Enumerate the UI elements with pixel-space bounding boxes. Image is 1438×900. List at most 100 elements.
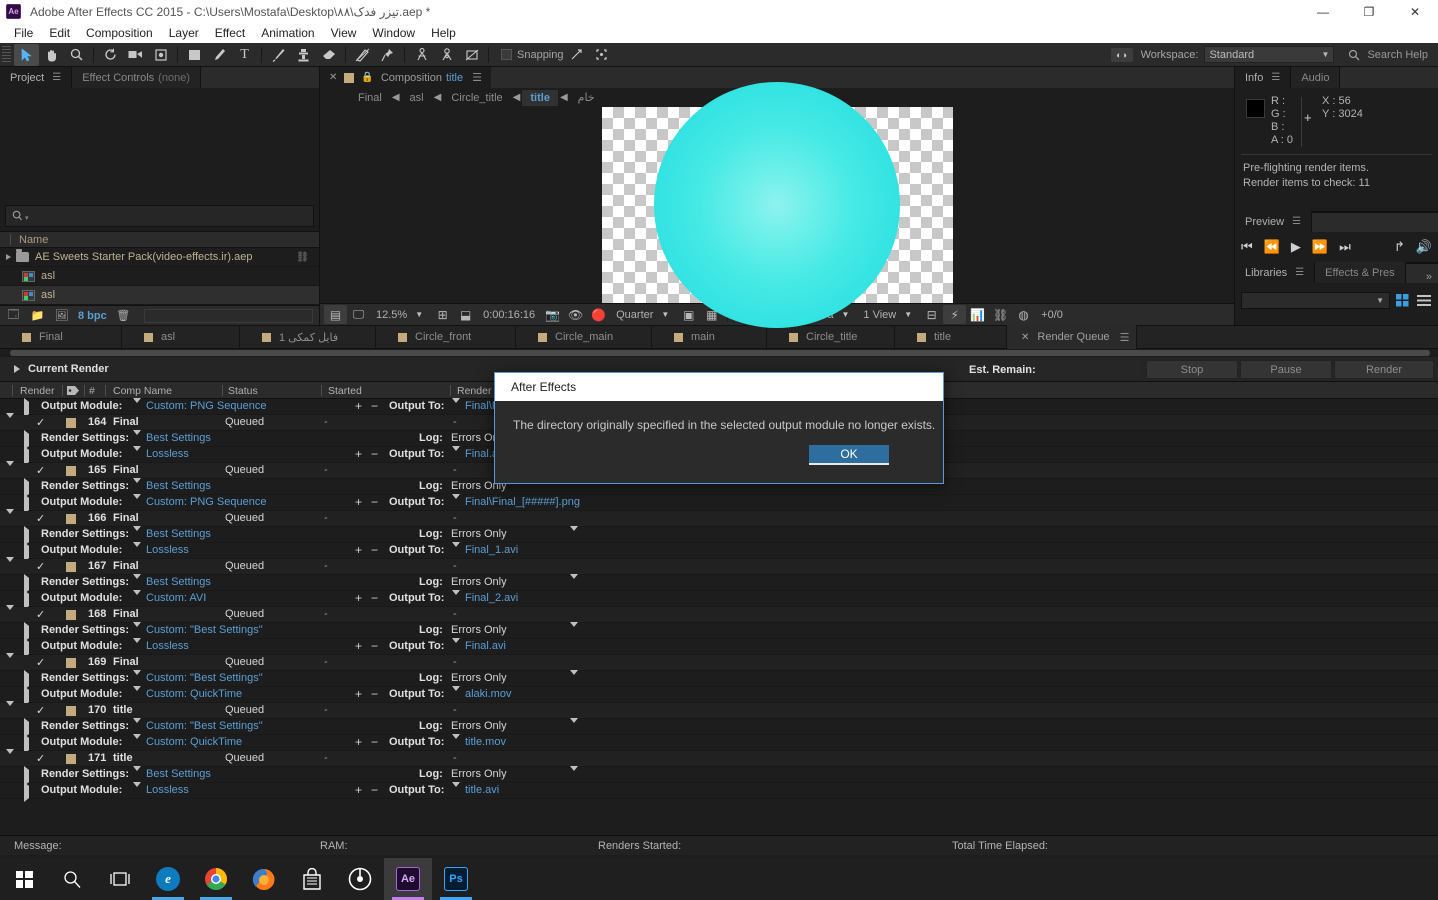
output-module-value[interactable]: Lossless bbox=[146, 784, 189, 796]
edge-taskbar-button[interactable]: e bbox=[144, 858, 192, 900]
remove-output-module-icon[interactable]: − bbox=[371, 543, 378, 557]
strip-tab-circle-main[interactable]: Circle_main bbox=[516, 325, 652, 349]
chevron-down-icon[interactable] bbox=[133, 494, 141, 511]
show-snapshot-icon[interactable]: 👁 bbox=[564, 305, 587, 324]
close-icon[interactable]: ✕ bbox=[329, 72, 337, 83]
strip-tab-final[interactable]: Final bbox=[0, 325, 122, 349]
breadcrumb-item-asl[interactable]: asl bbox=[402, 90, 432, 106]
scrollbar-thumb[interactable] bbox=[10, 350, 1430, 356]
panel-menu-icon[interactable]: ☰ bbox=[52, 72, 61, 83]
pan-behind-tool-icon[interactable] bbox=[148, 44, 173, 66]
chevron-down-icon[interactable] bbox=[133, 542, 141, 559]
chevron-down-icon[interactable] bbox=[452, 542, 460, 559]
add-output-module-icon[interactable]: + bbox=[355, 687, 362, 701]
collapse-triangle-icon[interactable] bbox=[6, 509, 14, 526]
strip-tab-main[interactable]: main bbox=[652, 325, 767, 349]
loop-icon[interactable]: ↱ bbox=[1394, 239, 1405, 255]
tab-libraries[interactable]: Libraries ☰ bbox=[1235, 262, 1316, 283]
type-tool-icon[interactable]: T bbox=[232, 44, 257, 66]
fast-previews-icon[interactable]: ⚡ bbox=[943, 305, 967, 325]
chevron-down-icon[interactable] bbox=[452, 782, 460, 799]
chevron-down-icon[interactable] bbox=[133, 622, 141, 639]
snapping-checkbox[interactable] bbox=[501, 49, 512, 60]
chevron-down-icon[interactable] bbox=[133, 574, 141, 591]
output-module-row[interactable]: Output Module: Custom: QuickTime + − Output … bbox=[0, 734, 1438, 754]
chevron-down-icon[interactable] bbox=[570, 718, 578, 735]
chevron-down-icon[interactable] bbox=[133, 718, 141, 735]
resolution-value[interactable]: Quarter bbox=[610, 309, 659, 321]
output-module-value[interactable]: Custom: AVI bbox=[146, 592, 206, 604]
workspace-select[interactable]: Standard ▼ bbox=[1204, 46, 1335, 63]
output-module-value[interactable]: Custom: QuickTime bbox=[146, 688, 242, 700]
snap-bounds-icon[interactable] bbox=[589, 44, 614, 66]
output-to-value[interactable]: title.avi bbox=[465, 784, 499, 796]
collapse-triangle-icon[interactable] bbox=[6, 557, 14, 574]
menu-animation[interactable]: Animation bbox=[253, 23, 322, 43]
add-output-module-icon[interactable]: + bbox=[355, 399, 362, 413]
chevron-down-icon[interactable] bbox=[133, 670, 141, 687]
output-module-row[interactable]: Output Module: Custom: AVI + − Output To: Fin… bbox=[0, 590, 1438, 610]
menu-window[interactable]: Window bbox=[364, 23, 423, 43]
chevron-down-icon[interactable] bbox=[133, 686, 141, 703]
render-checkbox[interactable]: ✓ bbox=[36, 512, 45, 525]
render-settings-row[interactable]: Render Settings: Custom: "Best Settings" L… bbox=[0, 670, 1438, 690]
render-settings-value[interactable]: Best Settings bbox=[146, 768, 211, 780]
view-layout-value[interactable]: 1 View bbox=[857, 309, 902, 321]
chrome-taskbar-button[interactable] bbox=[192, 858, 240, 900]
breadcrumb-item-circle-title[interactable]: Circle_title bbox=[443, 90, 510, 106]
output-module-row[interactable]: Output Module: Lossless + − Output To: Final.… bbox=[0, 638, 1438, 658]
render-queue-item-row[interactable]: ✓ 169 Final Queued - - bbox=[0, 653, 1438, 671]
chevron-down-icon[interactable] bbox=[570, 670, 578, 687]
collapse-triangle-icon[interactable] bbox=[6, 701, 14, 718]
remove-output-module-icon[interactable]: − bbox=[371, 639, 378, 653]
lock-icon[interactable]: 🔒 bbox=[361, 72, 373, 83]
menu-view[interactable]: View bbox=[323, 23, 365, 43]
output-to-value[interactable]: alaki.mov bbox=[465, 688, 511, 700]
output-to-value[interactable]: Final.avi bbox=[465, 640, 506, 652]
tab-project[interactable]: Project ☰ bbox=[0, 67, 73, 88]
render-settings-value[interactable]: Best Settings bbox=[146, 528, 211, 540]
remove-output-module-icon[interactable]: − bbox=[371, 447, 378, 461]
menu-help[interactable]: Help bbox=[423, 23, 464, 43]
render-queue-item-row[interactable]: ✓ 166 Final Queued - - bbox=[0, 509, 1438, 527]
tab-composition[interactable]: ✕ 🔒 Composition title ☰ bbox=[320, 67, 491, 88]
always-preview-icon[interactable]: ▤ bbox=[324, 305, 347, 325]
output-module-row[interactable]: Output Module: Custom: PNG Sequence + − Outp… bbox=[0, 494, 1438, 514]
tab-preview[interactable]: Preview ☰ bbox=[1235, 211, 1313, 232]
render-queue-item-row[interactable]: ✓ 171 title Queued - - bbox=[0, 749, 1438, 767]
log-value[interactable]: Errors Only bbox=[451, 624, 507, 636]
log-value[interactable]: Errors Only bbox=[451, 528, 507, 540]
render-button[interactable]: Render bbox=[1334, 360, 1434, 379]
project-row-comp-2[interactable]: asl bbox=[0, 286, 319, 305]
reset-exposure-icon[interactable]: ◍ bbox=[1012, 305, 1035, 324]
current-time[interactable]: 0:00:16:16 bbox=[477, 309, 541, 321]
remove-output-module-icon[interactable]: − bbox=[371, 399, 378, 413]
collapse-triangle-icon[interactable] bbox=[6, 413, 14, 430]
render-checkbox[interactable]: ✓ bbox=[36, 704, 45, 717]
log-value[interactable]: Errors Only bbox=[451, 768, 507, 780]
log-value[interactable]: Errors Only bbox=[451, 576, 507, 588]
render-settings-row[interactable]: Render Settings: Custom: "Best Settings" L… bbox=[0, 718, 1438, 738]
grid-view-icon[interactable] bbox=[1394, 293, 1411, 308]
chevron-down-icon[interactable]: ▼ bbox=[839, 310, 857, 319]
chevron-down-icon[interactable] bbox=[452, 590, 460, 607]
breadcrumb-item-kham[interactable]: خام bbox=[570, 89, 603, 106]
main-view-icon[interactable]: 🖵 bbox=[347, 305, 370, 324]
expand-triangle-icon[interactable] bbox=[24, 782, 29, 802]
render-checkbox[interactable]: ✓ bbox=[36, 416, 45, 429]
output-to-value[interactable]: Final_2.avi bbox=[465, 592, 518, 604]
channel-rgb-icon[interactable]: 🔴 bbox=[587, 305, 610, 324]
menu-composition[interactable]: Composition bbox=[78, 23, 161, 43]
add-output-module-icon[interactable]: + bbox=[355, 591, 362, 605]
workspace-preset-icon[interactable]: ◐◑ bbox=[1110, 47, 1133, 62]
render-checkbox[interactable]: ✓ bbox=[36, 560, 45, 573]
next-frame-icon[interactable]: ⏩ bbox=[1312, 239, 1328, 255]
tab-effects-presets[interactable]: Effects & Pres bbox=[1315, 262, 1406, 283]
toolbar-grip[interactable] bbox=[2, 45, 11, 64]
render-settings-row[interactable]: Render Settings: Custom: "Best Settings" L… bbox=[0, 622, 1438, 642]
breadcrumb-item-title[interactable]: title bbox=[522, 89, 558, 106]
render-queue-item-row[interactable]: ✓ 170 title Queued - - bbox=[0, 701, 1438, 719]
strip-tab-asl[interactable]: asl bbox=[122, 325, 240, 349]
project-row-folder[interactable]: AE Sweets Starter Pack(video-effects.ir)… bbox=[0, 248, 319, 267]
render-checkbox[interactable]: ✓ bbox=[36, 656, 45, 669]
